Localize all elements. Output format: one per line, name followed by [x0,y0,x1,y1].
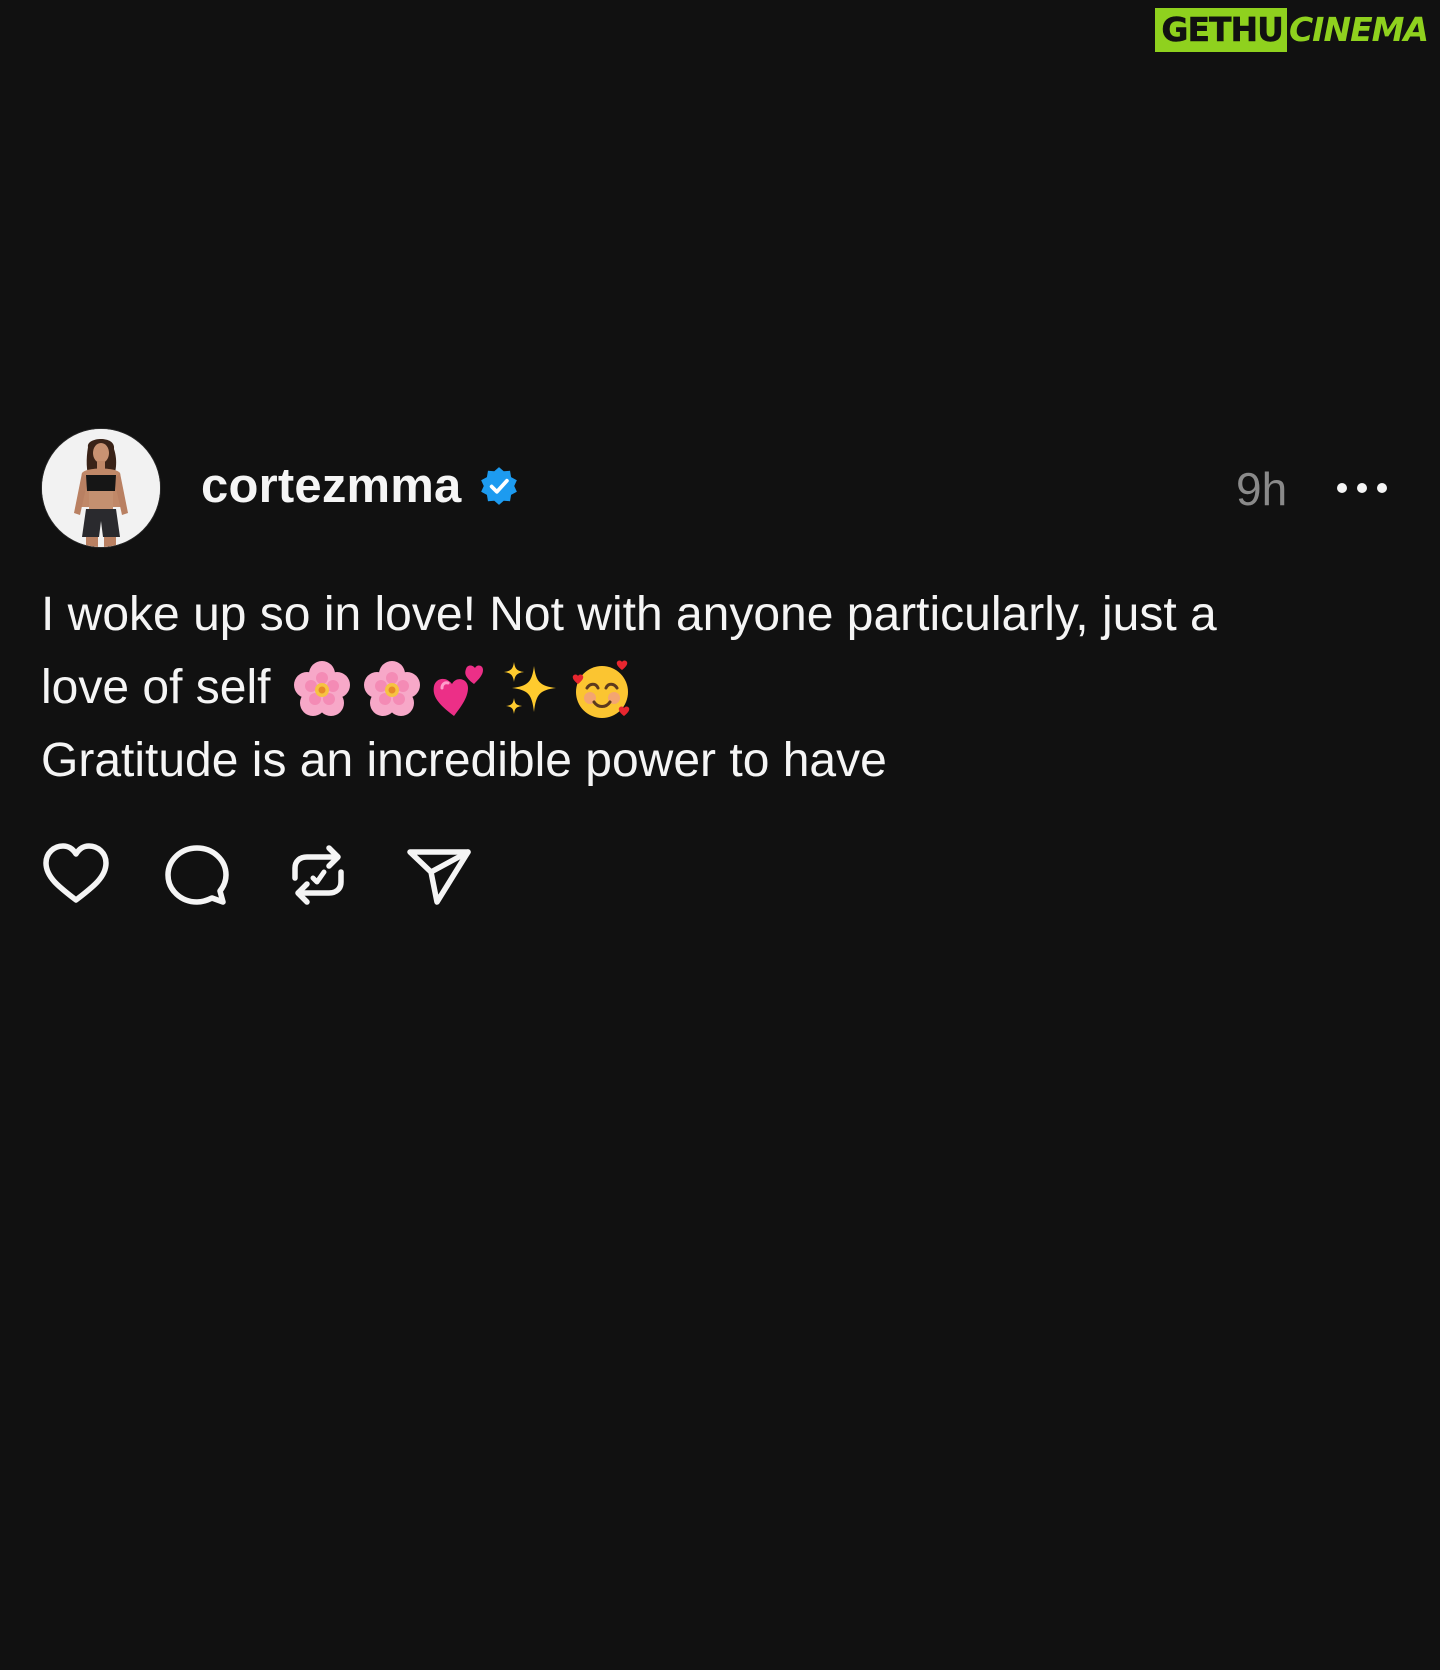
comment-button[interactable] [162,840,232,910]
heart-icon [43,843,109,903]
sparkles-icon [500,658,564,722]
two-hearts-icon [430,658,494,722]
post-text-line-3: Gratitude is an incredible power to have [41,734,887,787]
more-options-icon[interactable] [1337,468,1387,508]
username-row: cortezmma [201,458,520,514]
verified-badge-icon [478,465,520,507]
watermark-logo: GETHU CINEMA [1153,6,1436,54]
post-text-line-1: I woke up so in love! Not with anyone pa… [41,588,1217,641]
watermark-left-text: GETHU [1155,8,1287,52]
post-text-line-2: love of self [41,661,271,714]
send-icon [407,849,471,905]
avatar-photo-icon [42,429,160,547]
share-button[interactable] [404,840,474,910]
smiling-face-with-hearts-icon [570,658,634,722]
cherry-blossom-icon [290,658,354,722]
post-actions [41,840,525,910]
post-text-line-2-row: love of self [41,651,1381,724]
like-button[interactable] [41,840,111,910]
post-text: I woke up so in love! Not with anyone pa… [41,578,1381,797]
watermark-right-text: CINEMA [1286,8,1434,52]
post-timestamp: 9h [1236,463,1288,515]
username[interactable]: cortezmma [201,458,462,514]
repost-icon [292,845,344,905]
cherry-blossom-icon [360,658,424,722]
comment-icon [165,845,229,905]
avatar[interactable] [41,428,161,548]
repost-button[interactable] [283,840,353,910]
